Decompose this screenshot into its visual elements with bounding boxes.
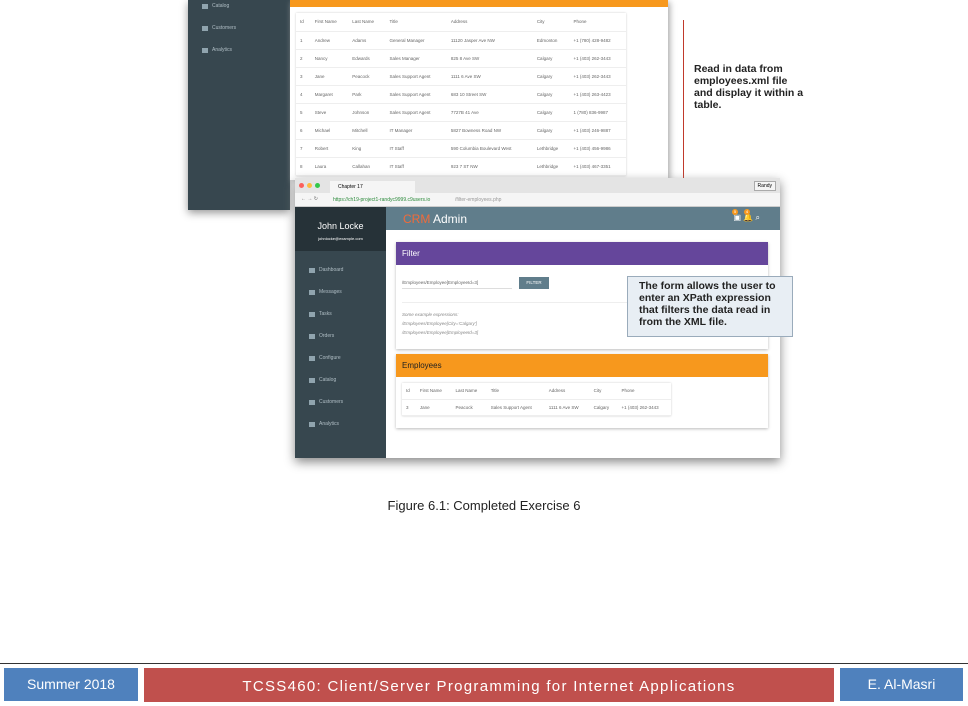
tab-chapter-17[interactable]: Chapter 17 [330,181,415,193]
annotation-read-data: Read in data from employees.xml file and… [694,63,804,111]
footer-author: E. Al-Masri [840,668,963,701]
analytics-icon [309,421,315,427]
notifications-count: 4 [744,209,750,215]
example-expressions: Some example expressions:/Employees/Empl… [402,312,479,335]
table-row: 8 Laura Callahan IT Staff 923 7 ST NW Lethbri… [296,157,626,176]
sidebar-item-dashboard[interactable]: Dashboard [309,267,343,273]
messages-count: 5 [732,209,738,215]
back-employees-table: Id First Name Last Name Title Address City Pho… [296,13,626,176]
maximize-icon[interactable] [315,183,320,188]
analytics-icon [202,47,208,53]
brand-accent: CRM [403,212,431,226]
employees-title: Employees [396,354,768,377]
callout-xpath: The form allows the user to enter an XPa… [627,276,793,337]
table-header: Id First Name Last Name Title Address City Pho… [402,383,671,400]
dashboard-icon [309,267,315,273]
filter-button[interactable]: FILTER [519,277,549,289]
orders-icon [309,333,315,339]
annotation-line [683,20,684,200]
table-row: 3 Jane Peacock Sales Support Agent 1111 6 Av… [402,399,671,416]
back-sidebar: Catalog Customers Analytics [188,0,290,210]
customers-icon [309,399,315,405]
brand-name: Admin [430,212,468,226]
messages-icon [309,289,315,295]
close-icon[interactable] [299,183,304,188]
sidebar-item-customers[interactable]: Customers [309,399,343,405]
catalog-icon [309,377,315,383]
address-bar[interactable]: ← → ↻ https://ch19-project1-randyc9999.c… [295,193,780,207]
table-row: 5 Steve Johnson Sales Support Agent 7727B 41… [296,103,626,122]
sidebar-item-catalog[interactable]: Catalog [202,3,229,9]
footer-course: TCSS460: Client/Server Programming for I… [144,668,834,702]
sidebar: John Locke johnlocke@example.com Dashboa… [295,207,386,458]
xpath-input[interactable]: /Employees/Employee[EmployeeId=3] [402,280,512,289]
customers-icon [202,25,208,31]
title-bar: Chapter 17 Randy [295,178,780,193]
url-host[interactable]: https://ch19-project1-randyc9999.c9users… [333,197,430,203]
table-row: 4 Margaret Park Sales Support Agent 683 10 S… [296,85,626,104]
figure-caption: Figure 6.1: Completed Exercise 6 [387,498,581,513]
back-content: Id First Name Last Name Title Address City Pho… [290,0,668,180]
footer-term: Summer 2018 [4,668,138,701]
employees-panel: Employees Id First Name Last Name Title Addr… [396,354,768,428]
url-path[interactable]: /filter-employees.php [455,197,501,203]
table-row: 6 Michael Mitchell IT Manager 5827 Bowness R… [296,121,626,140]
catalog-icon [202,3,208,9]
minimize-icon[interactable] [307,183,312,188]
sidebar-item-messages[interactable]: Messages [309,289,342,295]
tasks-icon [309,311,315,317]
filter-title: Filter [396,242,768,265]
employees-table: Id First Name Last Name Title Address City Pho… [402,383,671,416]
user-name: John Locke [317,221,364,231]
sidebar-item-catalog[interactable]: Catalog [309,377,336,383]
sidebar-item-customers[interactable]: Customers [202,25,236,31]
sidebar-item-orders[interactable]: Orders [309,333,334,339]
user-panel: John Locke johnlocke@example.com [295,207,386,251]
table-row: 3 Jane Peacock Sales Support Agent 1111 6 Av… [296,67,626,86]
sidebar-item-tasks[interactable]: Tasks [309,311,332,317]
table-row: 1 Andrew Adams General Manager 11120 Jasper … [296,31,626,50]
back-icon[interactable]: ← → ↻ [301,196,318,202]
footer-rule [0,663,968,664]
profile-badge[interactable]: Randy [753,181,776,191]
user-email: johnlocke@example.com [318,236,363,241]
employees-header-bar [290,0,668,7]
sidebar-item-analytics[interactable]: Analytics [309,421,339,427]
table-header: Id First Name Last Name Title Address City Pho… [296,13,626,32]
configure-icon [309,355,315,361]
sidebar-item-configure[interactable]: Configure [309,355,341,361]
table-row: 2 Nancy Edwards Sales Manager 825 8 Ave SW Ca… [296,49,626,68]
table-row: 7 Robert King IT Staff 590 Columbia Boulevar… [296,139,626,158]
sidebar-item-analytics[interactable]: Analytics [202,47,232,53]
app-header: CRM Admin ▣ 🔔 ⌕ 5 4 [386,207,780,230]
